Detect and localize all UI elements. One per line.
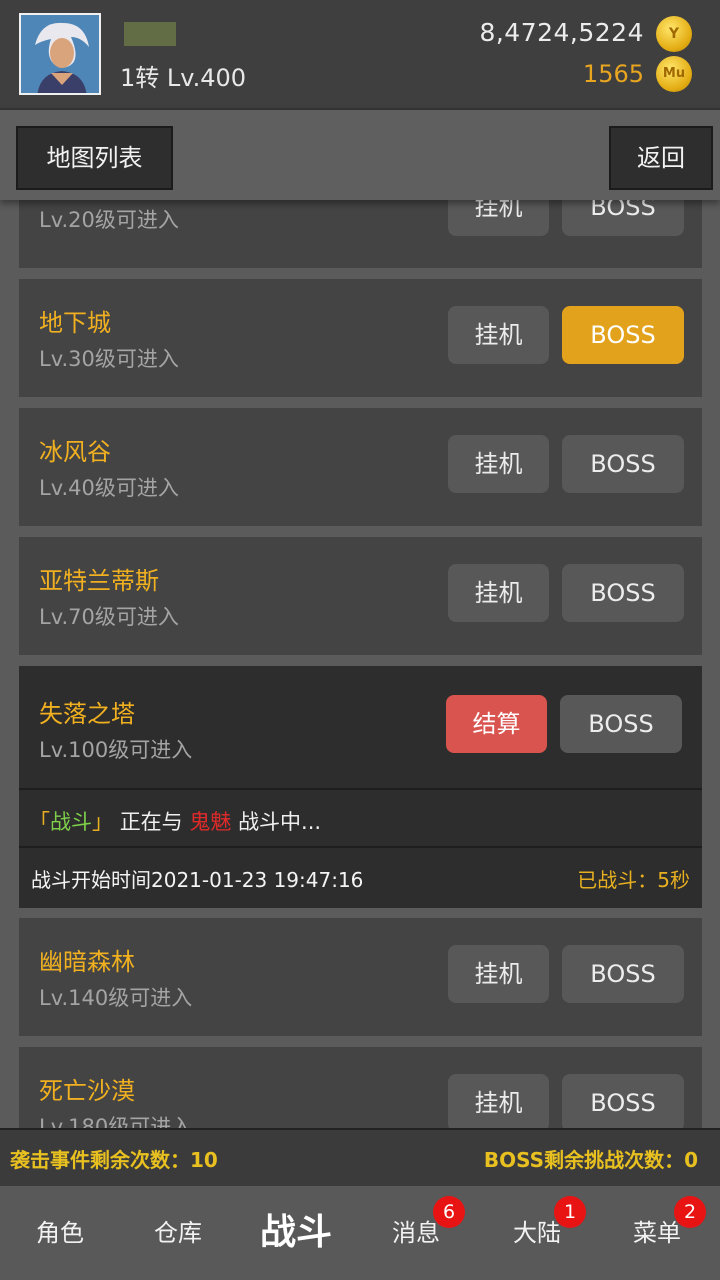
mu-coin-icon: Mu [656, 56, 692, 92]
map-card: Lv.20级可进入 挂机 BOSS [19, 200, 702, 268]
avatar[interactable] [19, 13, 101, 95]
battle-tag-bracket: 」 [92, 810, 113, 834]
battle-map-card: 失落之塔 Lv.100级可进入 结算 BOSS 「战斗」 正在与 鬼魅 战斗中.… [19, 666, 702, 908]
map-name: 失落之塔 [39, 700, 135, 728]
mu-coin-amount: 1565 [582, 60, 644, 88]
player-level: 1转 Lv.400 [120, 64, 247, 92]
gold-amount: 8,4724,5224 [479, 18, 644, 47]
map-requirement: Lv.140级可进入 [39, 986, 193, 1010]
messages-badge: 6 [433, 1196, 465, 1228]
boss-button[interactable]: BOSS [562, 945, 684, 1003]
nav-battle[interactable]: 战斗 [236, 1186, 356, 1280]
bottom-nav: 角色 仓库 战斗 消息 6 大陆 1 菜单 2 [0, 1186, 720, 1280]
raid-remaining: 袭击事件剩余次数：10 [10, 1148, 218, 1172]
map-requirement: Lv.100级可进入 [39, 738, 193, 762]
map-requirement: Lv.30级可进入 [39, 347, 179, 371]
map-card: 死亡沙漠 Lv.180级可进入 挂机 BOSS [19, 1047, 702, 1128]
battle-tag-bracket: 「 [29, 810, 50, 834]
map-list-button[interactable]: 地图列表 [16, 126, 173, 190]
map-card: 冰风谷 Lv.40级可进入 挂机 BOSS [19, 408, 702, 526]
idle-button[interactable]: 挂机 [448, 564, 549, 622]
map-name: 地下城 [39, 309, 111, 337]
boss-button[interactable]: BOSS [562, 306, 684, 364]
menu-badge: 2 [674, 1196, 706, 1228]
enemy-name: 鬼魅 [189, 810, 232, 834]
nav-character[interactable]: 角色 [0, 1186, 120, 1280]
back-button[interactable]: 返回 [609, 126, 713, 190]
idle-button[interactable]: 挂机 [448, 200, 549, 236]
battle-suffix: 战斗中... [238, 810, 322, 834]
map-requirement: Lv.70级可进入 [39, 605, 179, 629]
toolbar: 地图列表 返回 [0, 108, 720, 200]
map-list[interactable]: Lv.20级可进入 挂机 BOSS 地下城 Lv.30级可进入 挂机 BOSS … [0, 200, 720, 1128]
boss-remaining: BOSS剩余挑战次数：0 [483, 1148, 698, 1172]
map-card: 地下城 Lv.30级可进入 挂机 BOSS [19, 279, 702, 397]
continent-badge: 1 [554, 1196, 586, 1228]
idle-button[interactable]: 挂机 [448, 945, 549, 1003]
map-requirement: Lv.40级可进入 [39, 476, 179, 500]
battle-elapsed: 已战斗：5秒 [577, 868, 690, 892]
boss-button[interactable]: BOSS [562, 1074, 684, 1128]
map-requirement: Lv.20级可进入 [39, 208, 179, 232]
map-card: 亚特兰蒂斯 Lv.70级可进入 挂机 BOSS [19, 537, 702, 655]
map-requirement: Lv.180级可进入 [39, 1115, 193, 1128]
map-name: 死亡沙漠 [39, 1077, 135, 1105]
map-name: 亚特兰蒂斯 [39, 567, 159, 595]
boss-button[interactable]: BOSS [562, 435, 684, 493]
battle-timer: 战斗开始时间2021-01-23 19:47:16 已战斗：5秒 [19, 846, 702, 908]
settle-button[interactable]: 结算 [446, 695, 547, 753]
battle-prefix: 正在与 [119, 810, 183, 834]
boss-button[interactable]: BOSS [562, 564, 684, 622]
idle-button[interactable]: 挂机 [448, 435, 549, 493]
gold-coin-icon: Y [656, 16, 692, 52]
idle-button[interactable]: 挂机 [448, 306, 549, 364]
idle-button[interactable]: 挂机 [448, 1074, 549, 1128]
map-name: 冰风谷 [39, 438, 111, 466]
boss-button[interactable]: BOSS [560, 695, 682, 753]
player-name-blurred [124, 22, 176, 46]
battle-tag: 战斗 [50, 810, 92, 834]
battle-start-time: 战斗开始时间2021-01-23 19:47:16 [31, 868, 364, 892]
boss-button[interactable]: BOSS [562, 200, 684, 236]
player-header: 1转 Lv.400 8,4724,5224 Y 1565 Mu [0, 0, 720, 108]
map-name: 幽暗森林 [39, 948, 135, 976]
counter-bar: 袭击事件剩余次数：10 BOSS剩余挑战次数：0 [0, 1128, 720, 1186]
battle-status: 「战斗」 正在与 鬼魅 战斗中... [19, 788, 702, 846]
nav-warehouse[interactable]: 仓库 [118, 1186, 238, 1280]
map-card: 幽暗森林 Lv.140级可进入 挂机 BOSS [19, 918, 702, 1036]
